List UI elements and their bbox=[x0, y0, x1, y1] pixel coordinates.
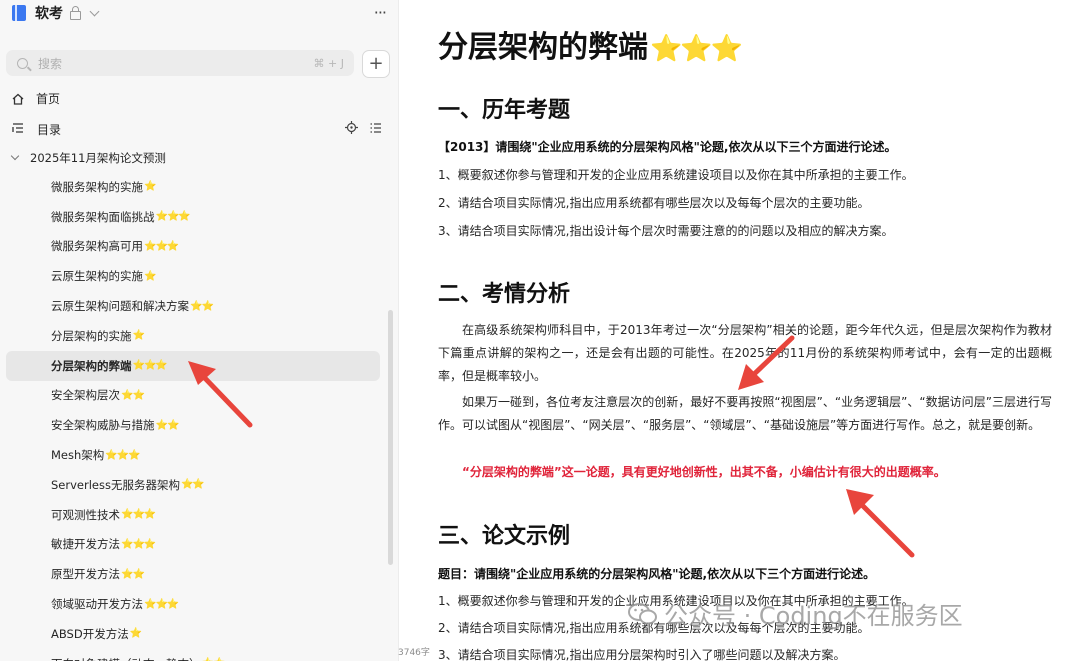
workspace-title[interactable]: 软考 bbox=[35, 3, 63, 23]
tree-item[interactable]: 领域驱动开发方法 ⭐⭐⭐ bbox=[6, 589, 380, 619]
tree-item-label: 微服务架构面临挑战 bbox=[51, 209, 155, 224]
star-rating: ⭐⭐ bbox=[180, 479, 205, 491]
title-stars: ⭐⭐⭐ bbox=[650, 34, 743, 64]
question-text: 【2013】请围绕"企业应用系统的分层架构风格"论题,依次从以下三个方面进行论述… bbox=[438, 140, 897, 154]
section1-content: 【2013】请围绕"企业应用系统的分层架构风格"论题,依次从以下三个方面进行论述… bbox=[438, 136, 1050, 248]
star-rating: ⭐⭐⭐ bbox=[121, 509, 156, 521]
group-label: 2025年11月架构论文预测 bbox=[30, 151, 166, 165]
tree-item[interactable]: ABSD开发方法 ⭐ bbox=[6, 619, 380, 649]
tree-item[interactable]: Serverless无服务器架构 ⭐⭐ bbox=[6, 470, 380, 500]
tree-item[interactable]: 分层架构的实施 ⭐ bbox=[6, 321, 380, 351]
annotation-arrow bbox=[846, 489, 915, 558]
star-rating: ⭐⭐ bbox=[190, 300, 214, 312]
star-rating: ⭐⭐⭐ bbox=[132, 360, 168, 372]
tree-item-label: 分层架构的实施 bbox=[51, 328, 132, 343]
search-input[interactable]: 搜索 ⌘ + J bbox=[6, 50, 354, 76]
section-heading-2: 二、考情分析 bbox=[438, 282, 571, 307]
chevron-down-icon bbox=[10, 151, 20, 161]
search-shortcut: ⌘ + J bbox=[313, 56, 344, 70]
star-rating: ⭐⭐⭐ bbox=[121, 538, 156, 550]
tree-item-label: 安全架构威胁与措施 bbox=[51, 418, 155, 433]
home-label: 首页 bbox=[36, 91, 61, 106]
star-rating: ⭐ bbox=[144, 181, 156, 193]
star-rating: ⭐⭐⭐ bbox=[105, 449, 140, 461]
tree-item-label: 云原生架构的实施 bbox=[51, 269, 143, 284]
tree-item[interactable]: 云原生架构问题和解决方案 ⭐⭐ bbox=[6, 291, 380, 321]
section-heading-1: 一、历年考题 bbox=[438, 98, 571, 123]
tree-item-label: 可观测性技术 bbox=[51, 507, 120, 522]
page-title-text: 分层架构的弊端 bbox=[438, 30, 648, 65]
star-rating: ⭐⭐⭐ bbox=[144, 240, 179, 252]
collapse-list-icon[interactable] bbox=[370, 122, 382, 137]
more-icon[interactable]: ··· bbox=[374, 5, 387, 21]
tree-item[interactable]: 微服务架构高可用 ⭐⭐⭐ bbox=[6, 232, 380, 262]
tree-item-label: 面向对象建模（动态、静态） bbox=[51, 656, 201, 661]
tree-group[interactable]: 2025年11月架构论文预测 bbox=[10, 146, 166, 170]
section-heading-3: 三、论文示例 bbox=[438, 524, 571, 549]
star-rating: ⭐⭐ bbox=[121, 389, 145, 401]
tree-item-label: 微服务架构高可用 bbox=[51, 239, 143, 254]
list-item: 3、请结合项目实际情况,指出应用分层架构时引入了哪些问题以及解决方案。 bbox=[438, 648, 846, 661]
star-rating: ⭐⭐⭐ bbox=[155, 211, 191, 223]
tree-item[interactable]: 敏捷开发方法 ⭐⭐⭐ bbox=[6, 530, 380, 560]
watermark-text: 公众号 · Coding不在服务区 bbox=[664, 602, 963, 630]
tree-item-label: 原型开发方法 bbox=[51, 567, 120, 582]
star-rating: ⭐ bbox=[144, 270, 156, 282]
star-rating: ⭐⭐ bbox=[121, 568, 145, 580]
nav-home[interactable]: 首页 bbox=[12, 86, 386, 110]
question-text: 题目：请围绕"企业应用系统的分层架构风格"论题,依次从以下三个方面进行论述。 bbox=[438, 567, 876, 581]
lock-icon bbox=[70, 5, 81, 20]
watermark: 公众号 · Coding不在服务区 bbox=[628, 596, 963, 631]
search-placeholder: 搜索 bbox=[38, 56, 63, 71]
tree-item-label: ABSD开发方法 bbox=[51, 626, 129, 641]
home-icon bbox=[12, 93, 24, 105]
chevron-down-icon[interactable] bbox=[89, 6, 100, 16]
tree-item[interactable]: Mesh架构 ⭐⭐⭐ bbox=[6, 440, 380, 470]
annotation-arrow bbox=[738, 335, 795, 390]
toc-icon bbox=[12, 122, 24, 137]
workspace-header: 软考 ··· bbox=[12, 2, 387, 24]
sidebar: 软考 ··· 搜索 ⌘ + J + 首页 目录 2025年11月架构论文预测 微… bbox=[0, 0, 399, 661]
add-button[interactable]: + bbox=[362, 50, 390, 78]
tree-item-label: 敏捷开发方法 bbox=[51, 537, 120, 552]
scrollbar[interactable] bbox=[388, 310, 393, 565]
tree-item[interactable]: 面向对象建模（动态、静态）⭐⭐ bbox=[6, 649, 380, 661]
list-item: 3、请结合项目实际情况,指出设计每个层次时需要注意的的问题以及相应的解决方案。 bbox=[438, 224, 894, 238]
star-rating: ⭐ bbox=[132, 330, 145, 342]
page-title: 分层架构的弊端⭐⭐⭐ bbox=[438, 22, 743, 66]
annotation-arrow bbox=[188, 361, 253, 428]
list-item: 2、请结合项目实际情况,指出应用系统都有哪些层次以及每每个层次的主要功能。 bbox=[438, 196, 870, 210]
tree-item-label: 领域驱动开发方法 bbox=[51, 597, 143, 612]
list-item: 1、概要叙述你参与管理和开发的企业应用系统建设项目以及你在其中所承担的主要工作。 bbox=[438, 168, 914, 182]
tree-item[interactable]: 微服务架构面临挑战 ⭐⭐⭐ bbox=[6, 202, 380, 232]
tree-item[interactable]: 微服务架构的实施 ⭐ bbox=[6, 172, 380, 202]
tree-item-label: Serverless无服务器架构 bbox=[51, 477, 180, 492]
highlight-text: “分层架构的弊端”这一论题，具有更好地创新性，出其不备，小编估计有很大的出题概率… bbox=[462, 465, 946, 479]
nav-toc[interactable]: 目录 bbox=[12, 117, 386, 141]
star-rating: ⭐ bbox=[129, 628, 142, 640]
tree-item-label: 微服务架构的实施 bbox=[51, 179, 143, 194]
tree-item[interactable]: 云原生架构的实施 ⭐ bbox=[6, 261, 380, 291]
locate-icon[interactable] bbox=[345, 121, 358, 137]
tree-item-label: 分层架构的弊端 bbox=[51, 358, 132, 373]
book-icon bbox=[12, 5, 26, 21]
star-rating: ⭐⭐ bbox=[155, 419, 180, 431]
star-rating: ⭐⭐⭐ bbox=[144, 598, 179, 610]
wechat-logo-icon bbox=[628, 602, 658, 626]
toc-label: 目录 bbox=[37, 122, 62, 137]
search-icon bbox=[17, 57, 28, 69]
tree-item-label: Mesh架构 bbox=[51, 448, 105, 463]
tree-item-label: 云原生架构问题和解决方案 bbox=[51, 299, 189, 314]
tree-item-label: 安全架构层次 bbox=[51, 388, 120, 403]
tree-item[interactable]: 原型开发方法 ⭐⭐ bbox=[6, 559, 380, 589]
tree-item[interactable]: 可观测性技术 ⭐⭐⭐ bbox=[6, 500, 380, 530]
